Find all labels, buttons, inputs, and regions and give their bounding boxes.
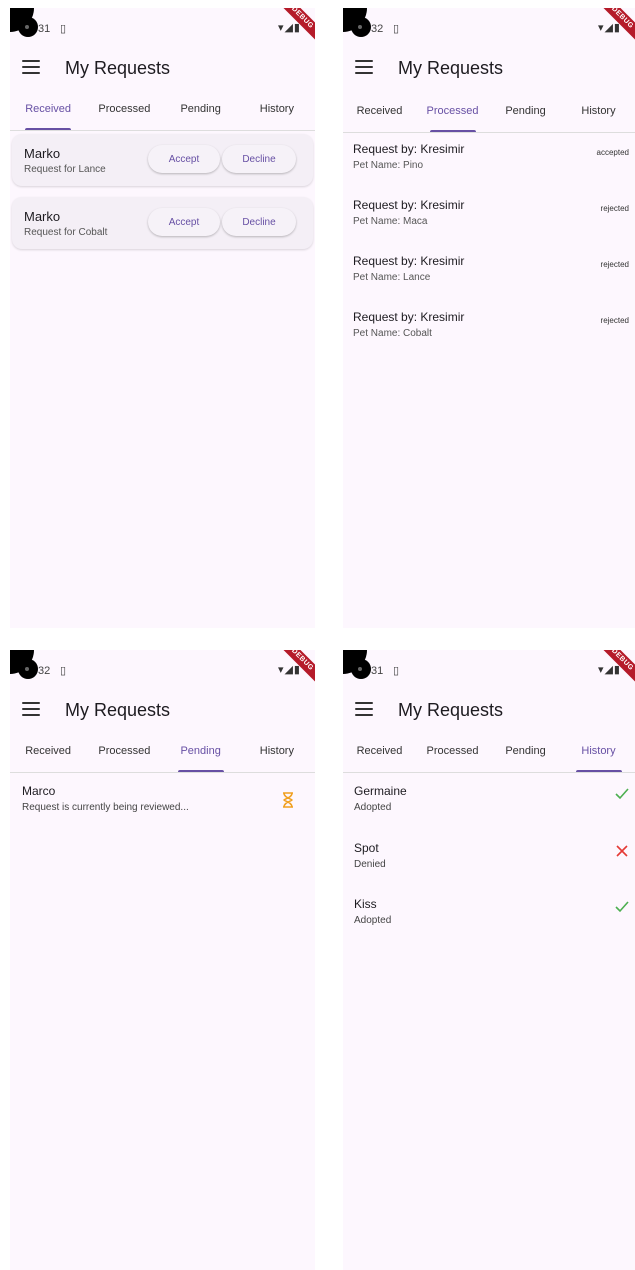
pet-name: Pet Name: Cobalt <box>353 328 432 339</box>
page-title: My Requests <box>398 58 504 78</box>
tab-history[interactable]: History <box>562 98 635 132</box>
request-by: Request by: Kresimir <box>353 198 465 212</box>
menu-icon[interactable] <box>355 60 373 74</box>
accept-button[interactable]: Accept <box>148 208 220 236</box>
menu-icon[interactable] <box>22 60 40 74</box>
tab-received[interactable]: Received <box>10 738 86 772</box>
tab-pending[interactable]: Pending <box>163 96 239 130</box>
tab-processed[interactable]: Processed <box>416 98 489 132</box>
status-label: rejected <box>600 204 629 213</box>
pending-subtitle: Request is currently being reviewed... <box>22 802 189 813</box>
pet-name: Pet Name: Maca <box>353 216 428 227</box>
tab-received[interactable]: Received <box>343 738 416 772</box>
status-time: 31 <box>371 665 384 677</box>
sim-icon: ▯ <box>60 665 67 677</box>
check-icon <box>615 788 629 800</box>
sim-icon: ▯ <box>393 23 400 35</box>
status-time: 32 <box>38 665 51 677</box>
adoption-status: Adopted <box>354 915 392 926</box>
sim-icon: ▯ <box>393 665 400 677</box>
request-subtitle: Request for Lance <box>24 164 106 175</box>
pet-name: Germaine <box>354 784 407 798</box>
pet-name: Pet Name: Pino <box>353 160 424 171</box>
status-bar: 31 ▯ ▾◢▮ DEBUG <box>10 8 315 48</box>
tab-bar: Received Processed Pending History <box>10 96 315 131</box>
close-icon <box>616 845 628 857</box>
tab-history[interactable]: History <box>239 96 315 130</box>
adoption-status: Denied <box>354 859 386 870</box>
screen-history: 31 ▯ ▾◢▮ DEBUG My Requests Received Proc… <box>343 650 635 1270</box>
camera-icon <box>351 17 371 37</box>
status-time: 32 <box>371 23 384 35</box>
pet-name: Spot <box>354 841 379 855</box>
list-item[interactable]: Request by: Kresimir Pet Name: Pino acce… <box>343 134 635 190</box>
status-label: accepted <box>596 148 629 157</box>
request-by: Request by: Kresimir <box>353 142 465 156</box>
request-by: Request by: Kresimir <box>353 310 465 324</box>
check-icon <box>615 901 629 913</box>
tab-pending[interactable]: Pending <box>489 738 562 772</box>
menu-icon[interactable] <box>22 702 40 716</box>
status-bar: 31 ▯ ▾◢▮ DEBUG <box>343 650 635 690</box>
status-bar: 32 ▯ ▾◢▮ DEBUG <box>10 650 315 690</box>
tab-received[interactable]: Received <box>343 98 416 132</box>
tab-pending[interactable]: Pending <box>489 98 562 132</box>
request-card: Marko Request for Cobalt Accept Decline <box>12 197 313 249</box>
page-title: My Requests <box>65 58 171 78</box>
tab-bar: Received Processed Pending History <box>10 738 315 773</box>
app-bar: My Requests <box>10 690 315 734</box>
tab-history[interactable]: History <box>239 738 315 772</box>
tab-pending[interactable]: Pending <box>163 738 239 772</box>
tab-bar: Received Processed Pending History <box>343 738 635 773</box>
tab-processed[interactable]: Processed <box>416 738 489 772</box>
sim-icon: ▯ <box>60 23 67 35</box>
list-item[interactable]: Request by: Kresimir Pet Name: Cobalt re… <box>343 302 635 358</box>
status-label: rejected <box>600 260 629 269</box>
request-subtitle: Request for Cobalt <box>24 227 108 238</box>
app-bar: My Requests <box>10 48 315 92</box>
camera-icon <box>18 17 38 37</box>
camera-icon <box>351 659 371 679</box>
page-title: My Requests <box>65 700 171 720</box>
request-card: Marko Request for Lance Accept Decline <box>12 134 313 186</box>
tab-processed[interactable]: Processed <box>86 96 162 130</box>
request-by: Request by: Kresimir <box>353 254 465 268</box>
pet-name: Pet Name: Lance <box>353 272 431 283</box>
requester-name: Marco <box>22 784 56 798</box>
app-bar: My Requests <box>343 690 635 734</box>
hourglass-icon <box>283 792 293 808</box>
adoption-status: Adopted <box>354 802 392 813</box>
list-item[interactable]: Kiss Adopted <box>343 897 635 953</box>
camera-icon <box>18 659 38 679</box>
tab-processed[interactable]: Processed <box>86 738 162 772</box>
screen-received: 31 ▯ ▾◢▮ DEBUG My Requests Received Proc… <box>10 8 315 628</box>
app-bar: My Requests <box>343 48 635 92</box>
tab-history[interactable]: History <box>562 738 635 772</box>
tab-bar: Received Processed Pending History <box>343 98 635 133</box>
decline-button[interactable]: Decline <box>222 145 296 173</box>
screen-processed: 32 ▯ ▾◢▮ DEBUG My Requests Received Proc… <box>343 8 635 628</box>
status-label: rejected <box>600 316 629 325</box>
page-title: My Requests <box>398 700 504 720</box>
list-item[interactable]: Request by: Kresimir Pet Name: Maca reje… <box>343 190 635 246</box>
list-item[interactable]: Germaine Adopted <box>343 784 635 840</box>
tab-received[interactable]: Received <box>10 96 86 130</box>
pet-name: Kiss <box>354 897 377 911</box>
decline-button[interactable]: Decline <box>222 208 296 236</box>
requester-name: Marko <box>24 146 61 161</box>
status-time: 31 <box>38 23 51 35</box>
requester-name: Marko <box>24 209 61 224</box>
accept-button[interactable]: Accept <box>148 145 220 173</box>
list-item[interactable]: Request by: Kresimir Pet Name: Lance rej… <box>343 246 635 302</box>
screen-pending: 32 ▯ ▾◢▮ DEBUG My Requests Received Proc… <box>10 650 315 1270</box>
list-item[interactable]: Spot Denied <box>343 841 635 897</box>
status-bar: 32 ▯ ▾◢▮ DEBUG <box>343 8 635 48</box>
menu-icon[interactable] <box>355 702 373 716</box>
